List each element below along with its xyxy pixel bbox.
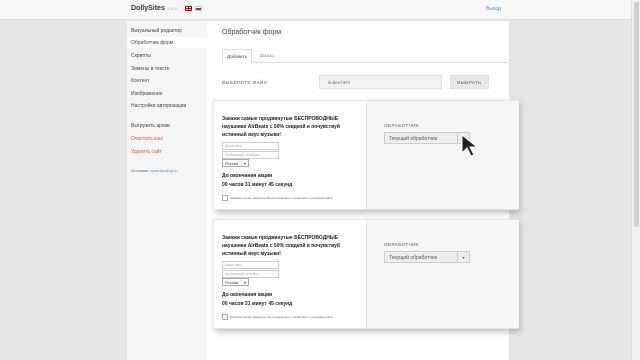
agree-text: Нажимая кнопку «Заказать» Вы соглашаетес… bbox=[230, 196, 333, 200]
russia-flag-icon[interactable] bbox=[195, 6, 202, 11]
phone-field[interactable]: Мобильный телефон bbox=[222, 151, 279, 159]
sidebar-item-form-handler[interactable]: Обработчик форм bbox=[127, 37, 207, 48]
file-label: ВЫБЕРИТЕ ФАЙЛ bbox=[222, 80, 268, 85]
deadline-time: 00 часов 31 минут 45 секунд bbox=[222, 301, 293, 307]
language-switcher bbox=[185, 6, 202, 11]
agree-text: Нажимая кнопку «Заказать» Вы соглашаетес… bbox=[230, 315, 333, 319]
handler-panel: ОБРАБОТЧИК Текущий обработчик ▾ bbox=[366, 220, 519, 328]
deadline-info: До окончания акции 00 часов 31 минут 45 … bbox=[222, 291, 292, 309]
delete-site-link[interactable]: Удалить сайт bbox=[131, 149, 162, 155]
handler-label: ОБРАБОТЧИК bbox=[384, 123, 420, 128]
handler-panel: ОБРАБОТЧИК Текущий обработчик ▾ bbox=[366, 101, 519, 209]
sidebar-item-visual-editor[interactable]: Визуальный редактор bbox=[131, 28, 182, 34]
handler-value: Текущий обработчик bbox=[389, 255, 438, 261]
chevron-down-icon: ▾ bbox=[243, 161, 246, 166]
logout-link[interactable]: Выход bbox=[486, 6, 501, 12]
download-archive-link[interactable]: Выгрузить архив bbox=[131, 123, 170, 129]
page-scrollbar[interactable] bbox=[631, 0, 640, 360]
country-select[interactable]: Россия ▾ bbox=[222, 159, 249, 167]
chevron-down-icon: ▾ bbox=[243, 280, 246, 285]
tab-add[interactable]: Добавить bbox=[222, 49, 252, 63]
country-value: Россия bbox=[225, 161, 239, 166]
sidebar-item-auth-settings[interactable]: Настройки авторизации bbox=[131, 103, 186, 109]
name-field[interactable]: Ваше имя bbox=[222, 261, 279, 269]
deadline-title: До окончания акции bbox=[222, 173, 273, 179]
uk-flag-icon[interactable] bbox=[185, 6, 192, 11]
page-title: Обработчик форм bbox=[222, 29, 282, 36]
chevron-down-icon: ▾ bbox=[457, 252, 469, 262]
sidebar-item-images[interactable]: Изображения bbox=[131, 91, 162, 97]
deadline-title: До окончания акции bbox=[222, 292, 273, 298]
file-path-input[interactable]: /index.html bbox=[319, 75, 442, 89]
scrollbar-thumb[interactable] bbox=[634, 2, 639, 227]
sidebar: Визуальный редактор Обработчик форм Скри… bbox=[127, 21, 207, 360]
handler-select[interactable]: Текущий обработчик ▾ bbox=[384, 132, 470, 144]
tab-orders[interactable]: Заказы bbox=[254, 49, 280, 63]
handler-select[interactable]: Текущий обработчик ▾ bbox=[384, 251, 470, 263]
deadline-info: До окончания акции 00 часов 31 минут 45 … bbox=[222, 172, 292, 190]
brand-name: DollySites bbox=[131, 5, 165, 12]
promo-text: Закажи самые продвинутые БЕСПРОВОДНЫЕ на… bbox=[222, 116, 340, 138]
sidebar-item-text-replace[interactable]: Замены в тексте bbox=[131, 66, 170, 72]
main-panel: Обработчик форм Добавить Заказы ВЫБЕРИТЕ… bbox=[207, 21, 519, 360]
agree-checkbox[interactable] bbox=[222, 314, 228, 320]
mouse-cursor-icon bbox=[461, 134, 479, 157]
phone-field[interactable]: Мобильный телефон bbox=[222, 270, 279, 278]
country-value: Россия bbox=[225, 280, 239, 285]
agree-row: Нажимая кнопку «Заказать» Вы соглашаетес… bbox=[222, 314, 333, 320]
handler-label: ОБРАБОТЧИК bbox=[384, 242, 420, 247]
agree-checkbox[interactable] bbox=[222, 195, 228, 201]
source-label: Источник: bbox=[131, 168, 150, 173]
select-file-button[interactable]: ВЫБРАТЬ bbox=[450, 75, 489, 89]
top-bar: DollySites 1.6.8 Выход bbox=[0, 0, 640, 20]
version-label: 1.6.8 bbox=[167, 6, 177, 11]
sidebar-item-content[interactable]: Контент bbox=[131, 78, 150, 84]
handler-value: Текущий обработчик bbox=[389, 136, 438, 142]
source-info: Источник: www.landing.ru bbox=[131, 168, 177, 173]
clear-cache-link[interactable]: Очистить кэш bbox=[131, 136, 163, 142]
promo-text: Закажи самые продвинутые БЕСПРОВОДНЫЕ на… bbox=[222, 235, 340, 257]
source-link[interactable]: www.landing.ru bbox=[150, 168, 177, 173]
agree-row: Нажимая кнопку «Заказать» Вы соглашаетес… bbox=[222, 195, 333, 201]
name-field[interactable]: Ваше имя bbox=[222, 142, 279, 150]
sidebar-item-scripts[interactable]: Скрипты bbox=[131, 53, 151, 59]
form-block: Закажи самые продвинутые БЕСПРОВОДНЫЕ на… bbox=[213, 219, 519, 329]
deadline-time: 00 часов 31 минут 45 секунд bbox=[222, 182, 293, 188]
brand-logo[interactable]: DollySites 1.6.8 bbox=[131, 5, 177, 12]
country-select[interactable]: Россия ▾ bbox=[222, 278, 249, 286]
tab-bar: Добавить Заказы bbox=[222, 49, 509, 63]
